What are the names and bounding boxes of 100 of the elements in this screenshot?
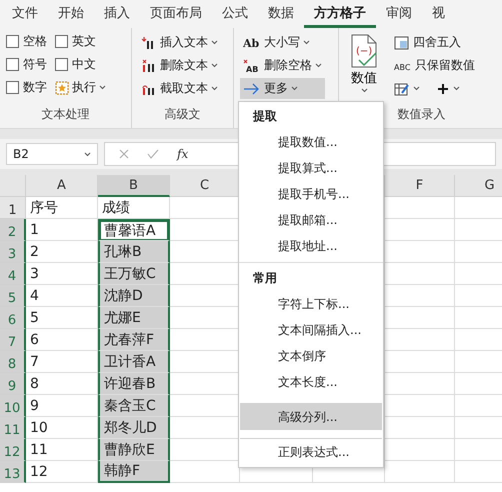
- row-header[interactable]: 10: [0, 395, 26, 417]
- caret-icon: [315, 63, 322, 68]
- column-header[interactable]: F: [385, 175, 455, 197]
- group-label: 文本处理: [40, 106, 90, 123]
- checkbox-option[interactable]: 英文: [55, 32, 106, 51]
- row-header[interactable]: 1: [0, 197, 26, 219]
- row-header[interactable]: 12: [0, 439, 26, 461]
- menu-item[interactable]: 提取地址...: [240, 233, 382, 259]
- table-cell: [385, 263, 455, 285]
- menu-item[interactable]: 文本间隔插入...: [240, 317, 382, 343]
- menu-item[interactable]: 提取手机号...: [240, 181, 382, 207]
- table-cell: [385, 395, 455, 417]
- caret-icon: [84, 152, 91, 156]
- menu-section-title: 提取: [252, 108, 278, 125]
- table-cell: [385, 329, 455, 351]
- menu-item[interactable]: 字符上下标...: [240, 291, 382, 317]
- select-all-corner[interactable]: [0, 175, 26, 197]
- row-header[interactable]: 2: [0, 219, 26, 241]
- ribbon-tab[interactable]: 数据: [258, 0, 304, 28]
- table-cell: 尤春萍F: [98, 329, 170, 351]
- star-icon: [55, 80, 69, 94]
- row-header[interactable]: 3: [0, 241, 26, 263]
- table-cell: 成绩: [98, 197, 170, 219]
- ribbon-tab[interactable]: 开始: [48, 0, 94, 28]
- caret-icon: [303, 40, 310, 45]
- table-pencil-icon: [394, 82, 410, 96]
- caret-icon: [211, 40, 218, 45]
- caret-icon: [453, 86, 460, 91]
- table-cell: 郑冬儿D: [98, 417, 170, 439]
- name-box[interactable]: B2: [6, 143, 98, 165]
- row-header[interactable]: 7: [0, 329, 26, 351]
- row-header[interactable]: 11: [0, 417, 26, 439]
- ribbon-command[interactable]: ABC 只保留数值: [391, 55, 478, 76]
- menu-item[interactable]: 文本倒序: [240, 343, 382, 369]
- insert-function-button[interactable]: fx: [177, 147, 188, 161]
- ribbon-tab[interactable]: 插入: [94, 0, 140, 28]
- table-cell: 曹静欣E: [98, 439, 170, 461]
- column-header[interactable]: G: [455, 175, 502, 197]
- group-label: 高级文: [164, 106, 202, 123]
- ribbon-command[interactable]: 更多: [240, 78, 325, 99]
- ribbon-command[interactable]: 删除文本: [138, 55, 221, 76]
- menu-item[interactable]: 提取邮箱...: [240, 207, 382, 233]
- ribbon-tab[interactable]: 审阅: [376, 0, 422, 28]
- column-header[interactable]: B: [98, 175, 170, 197]
- table-cell: [385, 285, 455, 307]
- menu-item[interactable]: 提取数值...: [240, 129, 382, 155]
- column-header[interactable]: A: [26, 175, 98, 197]
- caret-icon: [211, 86, 218, 91]
- check-icon[interactable]: [147, 149, 159, 159]
- row-header[interactable]: 6: [0, 307, 26, 329]
- table-cell: [385, 307, 455, 329]
- ribbon-command[interactable]: 插入文本: [138, 32, 221, 53]
- ribbon-tab[interactable]: 文件: [2, 0, 48, 28]
- menu-item[interactable]: 提取算式...: [240, 155, 382, 181]
- ribbon-tab[interactable]: 公式: [212, 0, 258, 28]
- group-label: 数值录入: [396, 106, 446, 123]
- plus-icon: [436, 82, 450, 96]
- table-cell: 韩静F: [98, 461, 170, 483]
- table-cell: [385, 461, 455, 483]
- menu-item[interactable]: 文本长度...: [240, 369, 382, 395]
- row-header[interactable]: 5: [0, 285, 26, 307]
- table-cell: 孔琳B: [98, 241, 170, 263]
- caret-icon: [211, 63, 218, 68]
- table-cell: 秦含玉C: [98, 395, 170, 417]
- ribbon-tab[interactable]: 视: [422, 0, 455, 28]
- checkbox-option[interactable]: 空格: [6, 32, 47, 51]
- menu-item[interactable]: 高级分列...: [240, 403, 382, 430]
- table-cell: 尤娜E: [98, 307, 170, 329]
- table-cell: 卫计香A: [98, 351, 170, 373]
- caret-icon: [291, 86, 298, 91]
- checkbox-option[interactable]: 数字: [6, 78, 47, 97]
- document-check-icon: (−): [349, 34, 379, 68]
- ribbon-command[interactable]: Ab 大小写: [240, 32, 325, 53]
- row-header[interactable]: 13: [0, 461, 26, 483]
- arrow-right-icon: [243, 82, 261, 96]
- row-header[interactable]: 4: [0, 263, 26, 285]
- abc-icon: ABC: [394, 58, 412, 72]
- table-cell: [385, 219, 455, 241]
- table-cell: [385, 197, 455, 219]
- menu-item[interactable]: 正则表达式...: [240, 438, 382, 465]
- ribbon-command[interactable]: AB 删除空格: [240, 55, 325, 76]
- caret-icon: [360, 88, 368, 93]
- delete-text-icon: [141, 58, 157, 72]
- table-cell: [385, 373, 455, 395]
- cancel-icon[interactable]: [119, 149, 129, 159]
- table-cell: [385, 439, 455, 461]
- checkbox-option[interactable]: 中文: [55, 55, 106, 74]
- table-cell: 沈静D: [98, 285, 170, 307]
- menu-section-title: 常用: [252, 270, 278, 287]
- ribbon-command[interactable]: 截取文本: [138, 78, 221, 99]
- ribbon-tab[interactable]: 页面布局: [140, 0, 212, 28]
- table-cell: 许迎春B: [98, 373, 170, 395]
- row-header[interactable]: 8: [0, 351, 26, 373]
- table-cell: [385, 351, 455, 373]
- column-header[interactable]: C: [170, 175, 240, 197]
- run-button[interactable]: 执行: [55, 78, 106, 97]
- row-header[interactable]: 9: [0, 373, 26, 395]
- ribbon-command[interactable]: 四舍五入: [391, 32, 478, 53]
- checkbox-option[interactable]: 符号: [6, 55, 47, 74]
- caret-icon: [99, 85, 106, 90]
